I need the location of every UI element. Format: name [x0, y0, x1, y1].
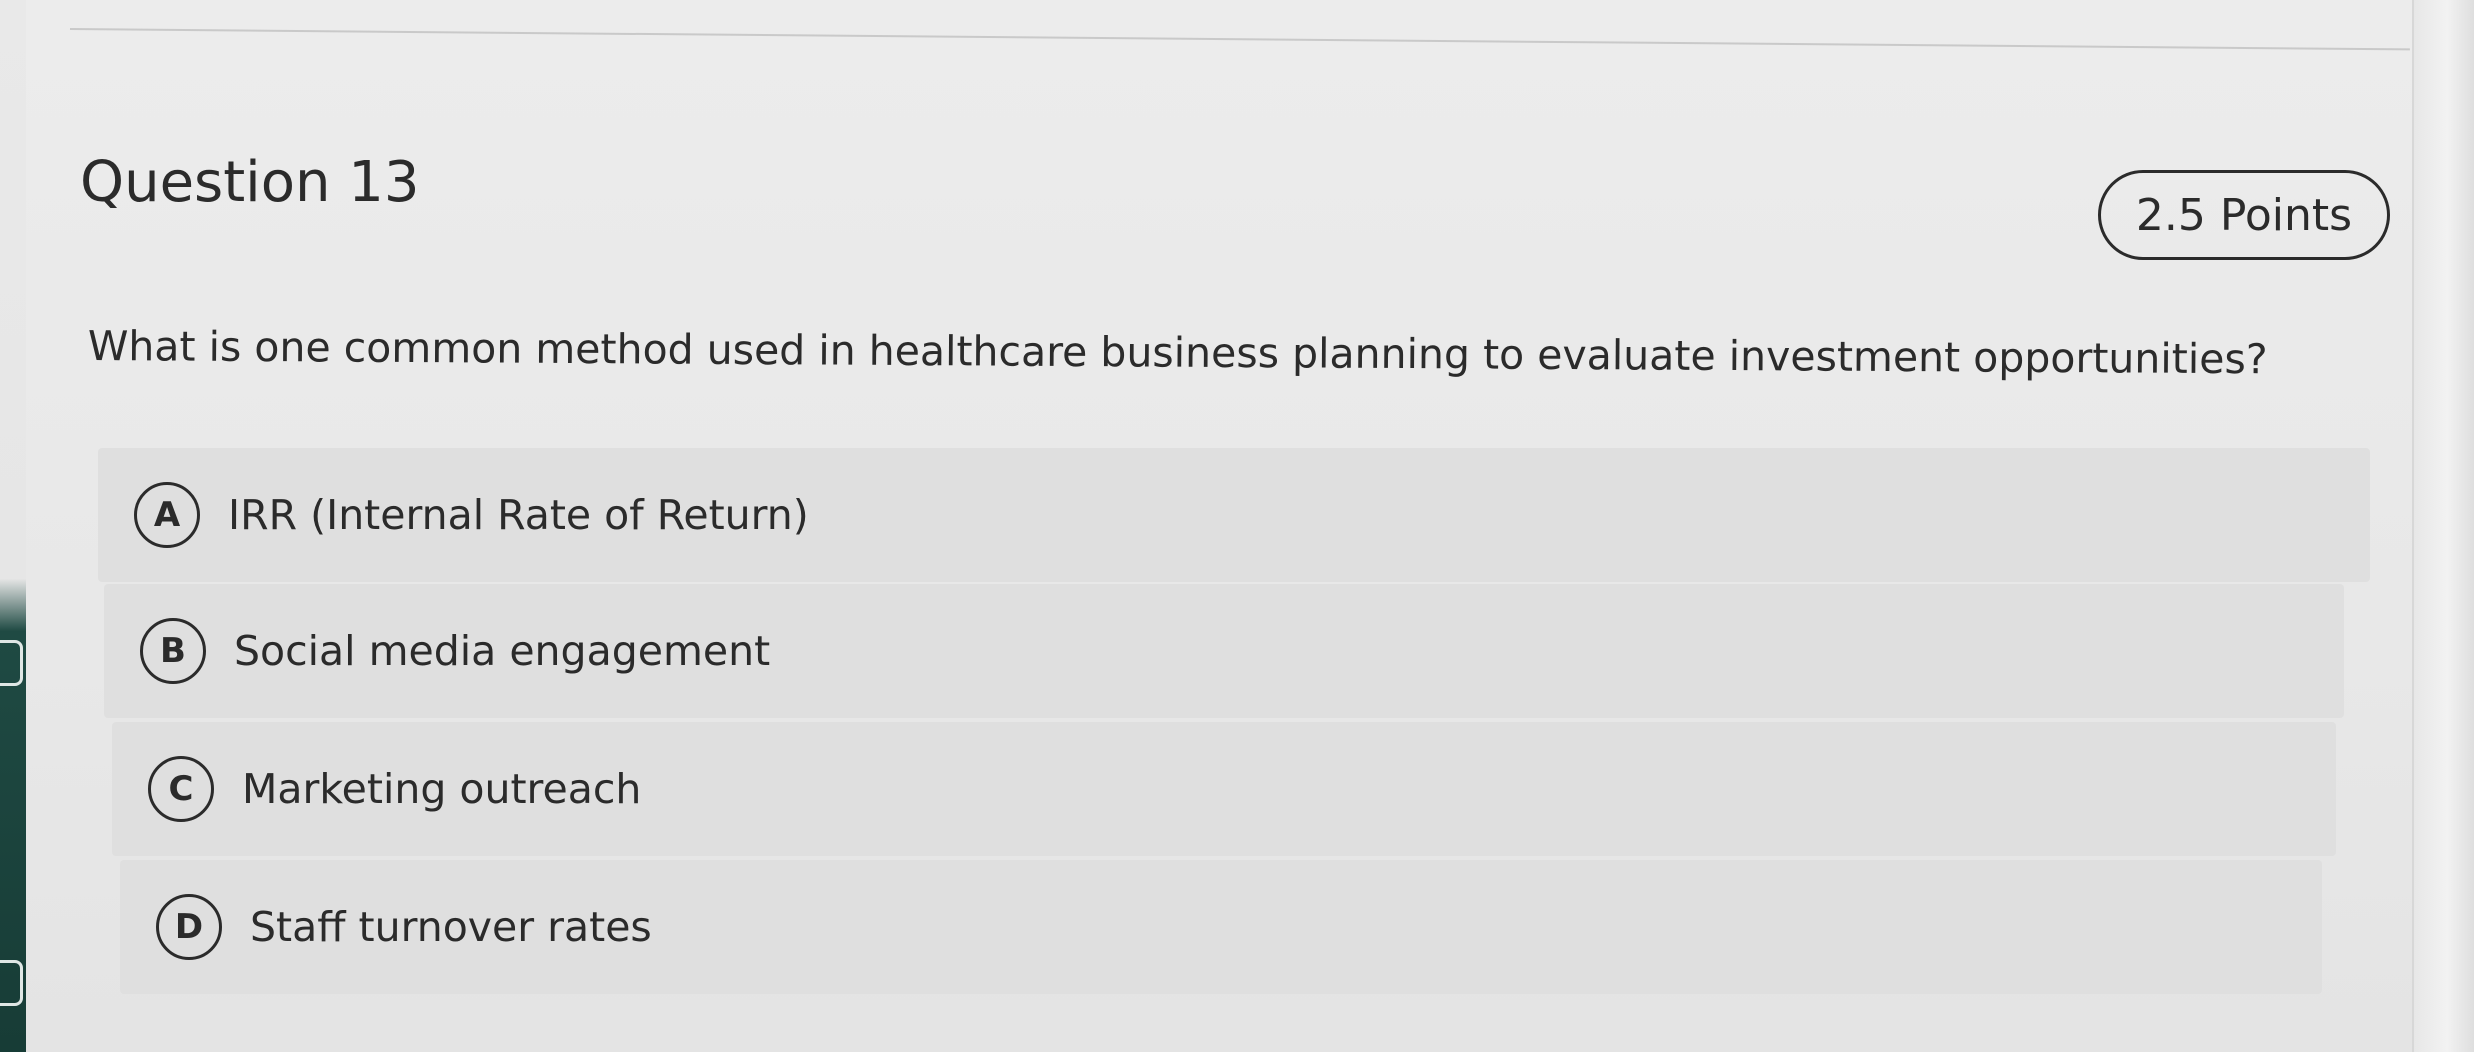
- option-text-a: IRR (Internal Rate of Return): [228, 491, 809, 539]
- option-text-c: Marketing outreach: [242, 765, 642, 813]
- points-badge: 2.5 Points: [2098, 170, 2390, 260]
- option-letter-d: D: [156, 894, 222, 960]
- option-letter-b: B: [140, 618, 206, 684]
- answer-option-c[interactable]: C Marketing outreach: [112, 722, 2336, 856]
- left-edge-icon: [0, 640, 23, 686]
- option-letter-a: A: [134, 482, 200, 548]
- answer-option-d[interactable]: D Staff turnover rates: [120, 860, 2322, 994]
- top-divider: [69, 28, 2410, 51]
- question-title: Question 13: [80, 150, 420, 215]
- option-letter-c: C: [148, 756, 214, 822]
- right-window-frame: [2412, 0, 2474, 1052]
- answer-option-a[interactable]: A IRR (Internal Rate of Return): [98, 448, 2370, 582]
- option-text-b: Social media engagement: [234, 627, 771, 675]
- question-prompt: What is one common method used in health…: [87, 322, 2268, 384]
- option-text-d: Staff turnover rates: [250, 903, 652, 951]
- left-window-edge: [0, 0, 26, 1052]
- answer-option-b[interactable]: B Social media engagement: [104, 584, 2344, 718]
- left-edge-icon: [0, 960, 23, 1006]
